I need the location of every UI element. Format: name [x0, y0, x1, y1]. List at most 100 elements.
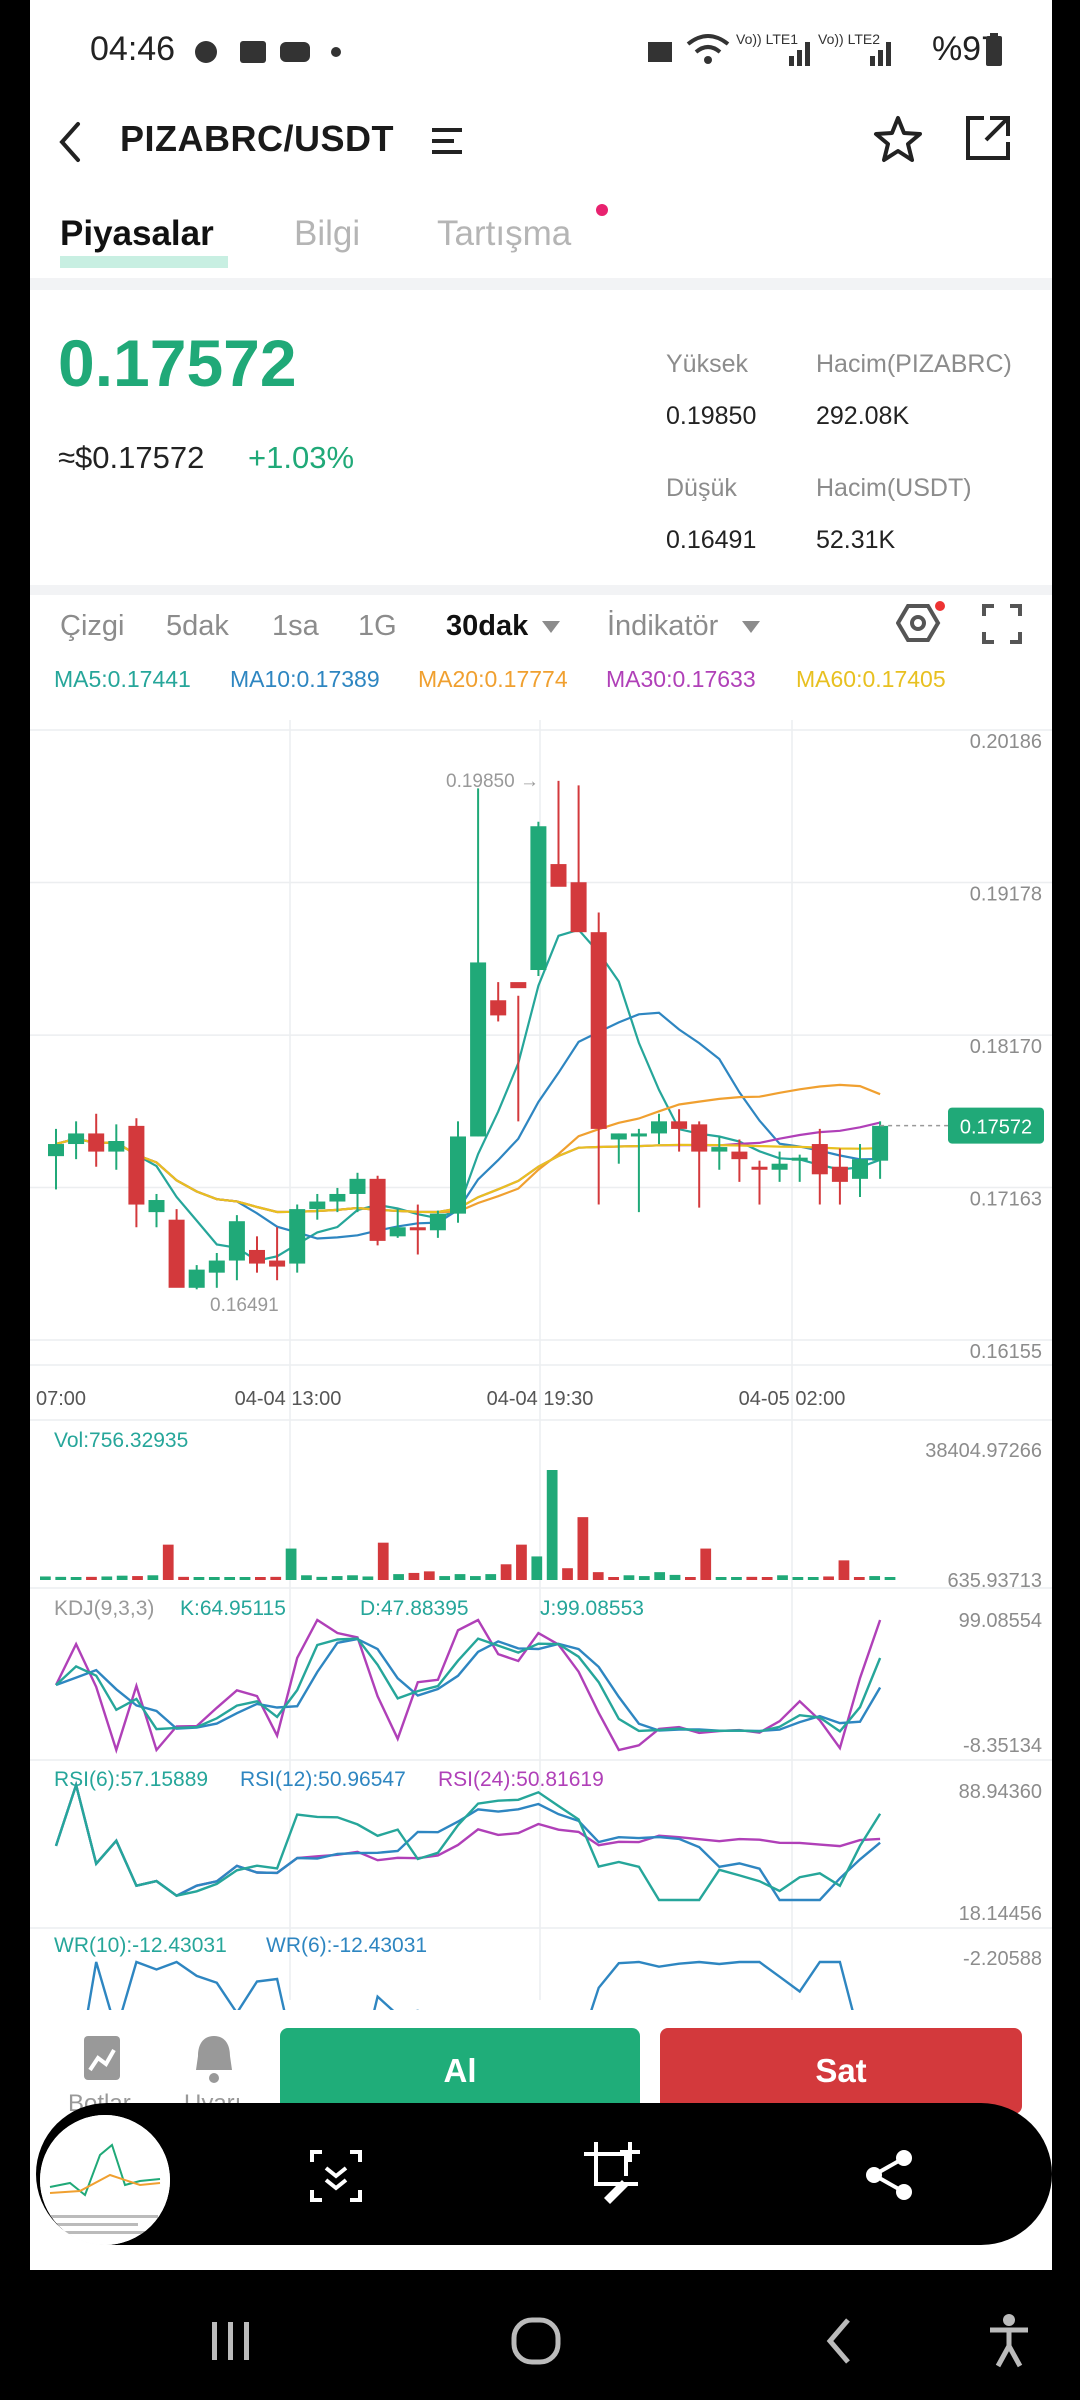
back-icon[interactable]	[56, 120, 86, 164]
volume-bar	[669, 1574, 681, 1580]
active-tab-underline	[60, 256, 228, 268]
volume-bar	[761, 1577, 773, 1580]
candle-down	[369, 1178, 386, 1241]
ma-lines	[55, 928, 881, 1262]
volume-bar	[516, 1544, 527, 1580]
volume-bar	[500, 1564, 512, 1580]
home-icon[interactable]	[510, 2316, 562, 2366]
game-icon	[280, 42, 310, 62]
vol-quote-label: Hacim(USDT)	[816, 474, 972, 502]
candle-up	[852, 1159, 868, 1179]
nav-back-icon[interactable]	[822, 2316, 856, 2366]
volume-bar	[86, 1576, 97, 1580]
low-marker: 0.16491	[210, 1295, 279, 1316]
kdj-d-value: D:47.88395	[360, 1597, 469, 1620]
volume-bar	[147, 1575, 159, 1580]
share-icon[interactable]	[862, 2148, 916, 2202]
rsi-min-label: 18.14456	[959, 1903, 1042, 1925]
accessibility-icon[interactable]	[986, 2312, 1032, 2368]
candle-up	[349, 1178, 366, 1194]
candle-down	[811, 1144, 828, 1175]
high-marker: 0.19850 →	[446, 771, 539, 792]
tab-discussion[interactable]: Tartışma	[437, 214, 571, 254]
scroll-capture-icon[interactable]	[308, 2148, 364, 2204]
candle-down	[510, 982, 527, 989]
volume-bar	[224, 1577, 236, 1580]
candle-down	[691, 1124, 708, 1152]
volume-bar	[869, 1576, 881, 1580]
fullscreen-icon[interactable]	[982, 604, 1022, 644]
volume-bar	[562, 1568, 573, 1580]
alert-icon[interactable]	[190, 2032, 238, 2084]
interval-line[interactable]: Çizgi	[60, 610, 124, 643]
y-tick-label: 0.19178	[970, 884, 1042, 906]
vol-base-label: Hacim(PIZABRC)	[816, 350, 1012, 378]
volume-bar	[485, 1574, 497, 1580]
volume-bar	[853, 1577, 865, 1580]
ma20-legend: MA20:0.17774	[418, 666, 568, 692]
interval-1h[interactable]: 1sa	[272, 610, 319, 643]
volume-bar	[454, 1574, 466, 1580]
kdj-min-label: -8.35134	[963, 1735, 1042, 1757]
interval-1d[interactable]: 1G	[358, 610, 397, 643]
candle-up	[429, 1213, 446, 1231]
x-tick-label: 04-04 19:30	[487, 1388, 594, 1410]
volume-bar	[270, 1576, 282, 1580]
wr-panel: WR(10):-12.43031 WR(6):-12.43031 -2.20588	[30, 1927, 1052, 2010]
candle-up	[208, 1260, 225, 1273]
crop-edit-icon[interactable]	[582, 2140, 646, 2204]
candle-up	[530, 826, 547, 971]
volume-bar	[592, 1572, 604, 1580]
mute-icon	[648, 42, 672, 62]
wr10-value: WR(10):-12.43031	[54, 1934, 227, 1957]
vol-base-value: 292.08K	[816, 402, 910, 430]
candle-up	[309, 1201, 326, 1210]
volume-bar	[746, 1576, 758, 1580]
candle-down	[831, 1166, 848, 1182]
bots-icon[interactable]	[80, 2034, 126, 2084]
volume-bar	[377, 1542, 389, 1580]
volume-bar	[301, 1575, 312, 1580]
volume-bar	[638, 1576, 650, 1580]
kdj-k-value: K:64.95115	[180, 1597, 286, 1620]
volume-panel: Vol:756.32935 38404.97266635.93713	[30, 1419, 1052, 1592]
candle-up	[389, 1227, 406, 1237]
rsi24-value: RSI(24):50.81619	[438, 1768, 604, 1791]
ma5-line	[55, 928, 881, 1262]
external-link-icon[interactable]	[962, 112, 1014, 164]
time-axis: 07:00 04-04 13:00 04-04 19:30 04-05 02:00	[30, 1364, 1052, 1410]
volume-bar	[685, 1577, 696, 1580]
pair-title[interactable]: PIZABRC/USDT	[120, 118, 394, 160]
kdj-d-line	[55, 1637, 882, 1733]
indicator-button[interactable]: İndikatör	[607, 610, 718, 643]
volume-bar	[55, 1576, 67, 1580]
wr6-value: WR(6):-12.43031	[266, 1934, 427, 1957]
interval-5m[interactable]: 5dak	[166, 610, 229, 643]
y-tick-label: 0.16155	[970, 1341, 1042, 1363]
tab-markets[interactable]: Piyasalar	[60, 214, 214, 254]
sell-button[interactable]: Sat	[660, 2028, 1022, 2114]
recents-icon[interactable]	[208, 2318, 254, 2364]
interval-30m[interactable]: 30dak	[446, 610, 528, 643]
menu-icon[interactable]	[430, 124, 464, 158]
status-bar: 04:46 Vo)) LTE1 Vo)) LTE2 %97	[30, 0, 1052, 100]
price-chart[interactable]: 0.20186 0.19178 0.18170 0.17163 0.16155 07:0…	[30, 700, 1052, 2010]
candle-down	[671, 1121, 688, 1129]
candle-up	[651, 1121, 667, 1134]
signal-bars-2-icon	[870, 42, 891, 66]
buy-button[interactable]: Al	[280, 2028, 640, 2114]
volume-bar	[777, 1575, 788, 1580]
candle-down	[550, 864, 567, 887]
screenshot-thumbnail[interactable]	[40, 2115, 170, 2245]
star-icon[interactable]	[872, 114, 924, 164]
thumbnail-chart-icon	[40, 2115, 170, 2245]
chart-settings-icon[interactable]	[896, 600, 946, 646]
chevron-down-icon	[742, 621, 760, 633]
volume-bar	[101, 1576, 113, 1580]
candle-down	[168, 1219, 185, 1288]
vol-quote-value: 52.31K	[816, 526, 896, 554]
status-time: 04:46	[90, 30, 176, 68]
candle-down	[249, 1249, 265, 1264]
tab-info[interactable]: Bilgi	[294, 214, 360, 254]
low-label: Düşük	[666, 474, 737, 502]
